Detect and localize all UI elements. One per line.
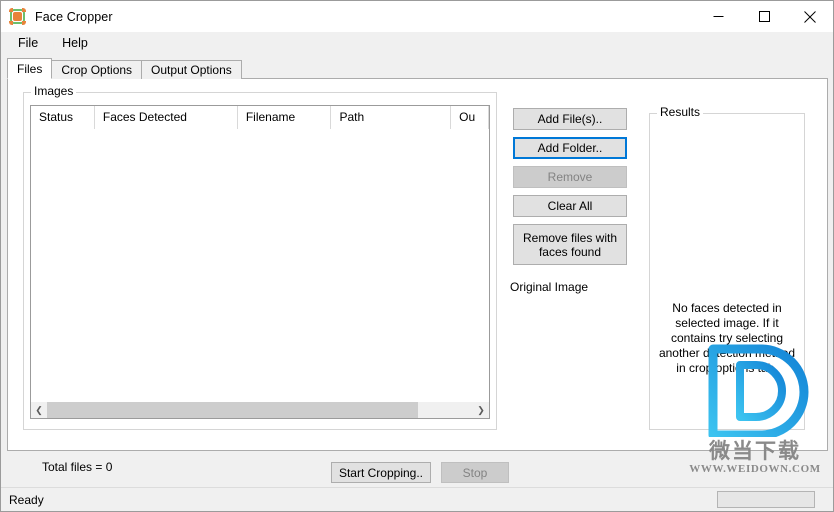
status-bar: Ready (1, 487, 833, 511)
results-message: No faces detected in selected image. If … (658, 301, 796, 375)
total-files-label: Total files = 0 (42, 460, 113, 474)
column-header-status[interactable]: Status (31, 106, 95, 129)
tab-files[interactable]: Files (7, 58, 53, 79)
status-text: Ready (9, 493, 44, 507)
results-group-label: Results (657, 106, 704, 119)
title-bar: Face Cropper (1, 1, 833, 32)
maximize-icon[interactable] (741, 1, 787, 32)
remove-files-with-faces-button[interactable]: Remove files with faces found (513, 224, 627, 265)
images-group-box: Images Status Faces Detected Filename Pa… (23, 85, 497, 430)
chevron-right-icon[interactable]: ❯ (473, 402, 489, 418)
column-header-faces-detected[interactable]: Faces Detected (94, 106, 238, 129)
tab-strip: Files Crop Options Output Options (7, 58, 242, 79)
watermark-en-text: WWW.WEIDOWN.COM (689, 463, 821, 475)
results-group-box: Results No faces detected in selected im… (649, 106, 805, 430)
column-header-path[interactable]: Path (331, 106, 452, 129)
column-header-filename[interactable]: Filename (237, 106, 332, 129)
add-files-button[interactable]: Add File(s).. (513, 108, 627, 130)
window-title: Face Cropper (35, 9, 113, 24)
menu-bar: File Help (1, 32, 833, 54)
add-folder-button[interactable]: Add Folder.. (513, 137, 627, 159)
remove-button: Remove (513, 166, 627, 188)
column-header-output[interactable]: Ou (451, 106, 489, 129)
window-controls (695, 1, 833, 32)
menu-item-file[interactable]: File (9, 34, 47, 52)
start-cropping-button[interactable]: Start Cropping.. (331, 462, 431, 483)
hscrollbar-track[interactable] (47, 402, 473, 418)
face-cropper-window: Face Cropper File Help Files Crop Option… (0, 0, 834, 512)
tab-crop-options[interactable]: Crop Options (51, 60, 143, 79)
menu-item-help[interactable]: Help (53, 34, 97, 52)
app-crop-face-icon (9, 8, 26, 25)
images-group-label: Images (31, 85, 77, 98)
hscrollbar-thumb[interactable] (47, 402, 418, 418)
images-list-body[interactable] (31, 129, 489, 401)
minimize-icon[interactable] (695, 1, 741, 32)
tab-output-options[interactable]: Output Options (141, 60, 242, 79)
images-list-hscrollbar[interactable]: ❮ ❯ (31, 401, 489, 418)
close-icon[interactable] (787, 1, 833, 32)
chevron-left-icon[interactable]: ❮ (31, 402, 47, 418)
clear-all-button[interactable]: Clear All (513, 195, 627, 217)
stop-button: Stop (441, 462, 509, 483)
images-list-header: Status Faces Detected Filename Path Ou (31, 106, 489, 130)
original-image-label: Original Image (510, 280, 589, 294)
images-list-view[interactable]: Status Faces Detected Filename Path Ou ❮… (30, 105, 490, 419)
status-progress-bar (717, 491, 815, 508)
